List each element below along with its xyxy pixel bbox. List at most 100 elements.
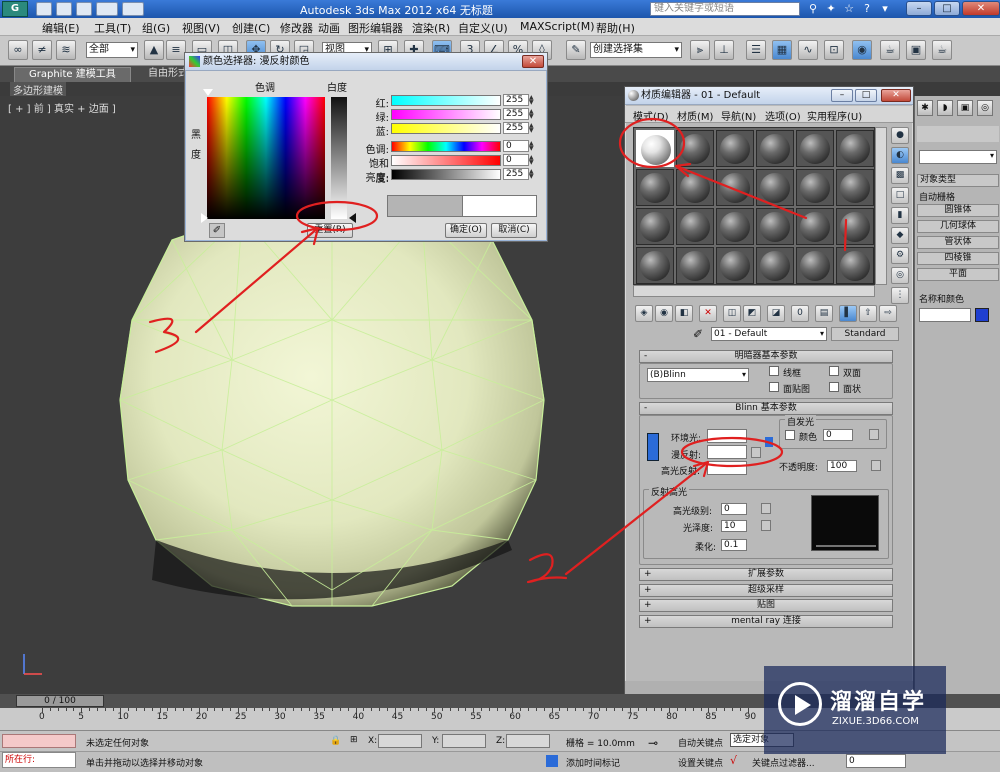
ok-button[interactable]: 确定(O) xyxy=(445,223,487,238)
menu-animation[interactable]: 动画 xyxy=(318,20,340,36)
specular-level-value[interactable]: 0 xyxy=(721,503,747,515)
diffuse-map-button[interactable] xyxy=(751,447,761,458)
soften-value[interactable]: 0.1 xyxy=(721,539,747,551)
material-sample-slot[interactable] xyxy=(756,247,794,284)
glossiness-map-button[interactable] xyxy=(761,520,771,531)
dropdown-icon[interactable]: ▾ xyxy=(878,2,892,16)
save-file-icon[interactable] xyxy=(76,2,92,16)
video-color-check-icon[interactable]: ▮ xyxy=(891,207,909,224)
color-selector-titlebar[interactable]: 颜色选择器: 漫反射颜色 ✕ xyxy=(185,53,547,71)
material-sample-slot[interactable] xyxy=(636,247,674,284)
opacity-map-button[interactable] xyxy=(871,460,881,471)
show-map-icon[interactable]: ▤ xyxy=(815,305,833,322)
green-value[interactable]: 255 xyxy=(503,108,529,120)
hue-blackness-spectrum[interactable] xyxy=(207,97,325,219)
mental-ray-rollout[interactable]: + mental ray 连接 xyxy=(639,615,893,628)
specular-level-map-button[interactable] xyxy=(761,503,771,514)
script-line-field[interactable]: 所在行: xyxy=(2,752,76,768)
material-sample-slot[interactable] xyxy=(636,169,674,206)
mat-close-button[interactable]: ✕ xyxy=(881,89,911,102)
put-to-library-icon[interactable]: ◪ xyxy=(767,305,785,322)
whiteness-pointer-icon[interactable] xyxy=(349,213,356,223)
blue-spinner-icon[interactable]: ▲ ▼ xyxy=(529,123,535,134)
cone-button[interactable]: 圆锥体 xyxy=(917,204,999,217)
hue-pointer-icon[interactable] xyxy=(203,89,213,96)
maxscript-listener-mini[interactable] xyxy=(2,734,76,748)
absolute-mode-icon[interactable]: ⊞ xyxy=(350,735,358,745)
menu-graph-editors[interactable]: 图形编辑器 xyxy=(348,20,403,36)
put-to-scene-icon[interactable]: ◉ xyxy=(655,305,673,322)
mirror-icon[interactable]: ⫸ xyxy=(690,40,710,60)
menu-create[interactable]: 创建(C) xyxy=(232,20,270,36)
copy-material-icon[interactable]: ◫ xyxy=(723,305,741,322)
self-illum-map-button[interactable] xyxy=(869,429,879,440)
blue-value[interactable]: 255 xyxy=(503,122,529,134)
time-tag-icon[interactable] xyxy=(546,755,558,767)
x-coordinate-field[interactable] xyxy=(378,734,422,748)
menu-modifiers[interactable]: 修改器 xyxy=(280,20,313,36)
whiteness-bar[interactable] xyxy=(331,97,347,219)
material-sample-slot[interactable] xyxy=(676,247,714,284)
material-sample-slot[interactable] xyxy=(796,208,834,245)
cancel-button[interactable]: 取消(C) xyxy=(491,223,537,238)
selection-filter-dropdown[interactable]: 全部 xyxy=(86,42,138,58)
material-sample-slot[interactable] xyxy=(796,169,834,206)
material-sample-slot[interactable] xyxy=(796,247,834,284)
self-illum-value[interactable]: 0 xyxy=(823,429,853,441)
object-name-input[interactable] xyxy=(919,308,971,322)
mat-minimize-button[interactable]: – xyxy=(831,89,853,102)
material-type-button[interactable]: Standard xyxy=(831,327,899,341)
material-editor-titlebar[interactable]: 材质编辑器 - 01 - Default – □ ✕ xyxy=(625,87,913,105)
value-spinner-icon[interactable]: ▲ ▼ xyxy=(529,169,535,180)
plane-button[interactable]: 平面 xyxy=(917,268,999,281)
diffuse-color-swatch[interactable] xyxy=(707,445,747,459)
faceted-checkbox[interactable] xyxy=(829,382,839,392)
face-map-checkbox[interactable] xyxy=(769,382,779,392)
auto-key-label[interactable]: 自动关键点 xyxy=(678,736,723,749)
object-color-swatch[interactable] xyxy=(975,308,989,322)
tab-graphite-modeling[interactable]: Graphite 建模工具 xyxy=(14,67,131,82)
material-id-icon[interactable]: 0 xyxy=(791,305,809,322)
material-sample-slot[interactable] xyxy=(836,130,874,167)
material-map-navigator-icon[interactable]: ⋮ xyxy=(891,287,909,304)
lock-selection-icon[interactable]: 🔒 xyxy=(330,736,341,746)
material-sample-slot[interactable] xyxy=(716,208,754,245)
ambient-color-swatch[interactable] xyxy=(707,429,747,443)
supersampling-rollout[interactable]: + 超级采样 xyxy=(639,584,893,597)
go-to-parent-icon[interactable]: ⇧ xyxy=(859,305,877,322)
named-selection-dropdown[interactable]: 创建选择集 xyxy=(590,42,682,58)
material-sample-slot[interactable] xyxy=(756,208,794,245)
mat-menu-navigation[interactable]: 导航(N) xyxy=(721,108,756,123)
material-sample-slot[interactable] xyxy=(796,130,834,167)
value-value[interactable]: 255 xyxy=(503,168,529,180)
extended-params-rollout[interactable]: + 扩展参数 xyxy=(639,568,893,581)
sample-type-icon[interactable]: ● xyxy=(891,127,909,144)
maximize-button[interactable]: □ xyxy=(934,1,960,16)
pick-material-icon[interactable]: ✐ xyxy=(693,327,703,341)
lock-diffuse-map-icon[interactable] xyxy=(765,437,773,447)
options-icon[interactable]: ⚙ xyxy=(891,247,909,264)
reset-map-icon[interactable]: ✕ xyxy=(699,305,717,322)
primitive-type-dropdown[interactable] xyxy=(919,150,997,164)
pyramid-button[interactable]: 四棱锥 xyxy=(917,252,999,265)
search-input[interactable]: 键入关键字或短语 xyxy=(650,2,800,16)
saturation-value[interactable]: 0 xyxy=(503,154,529,166)
select-by-material-icon[interactable]: ◎ xyxy=(891,267,909,284)
red-value[interactable]: 255 xyxy=(503,94,529,106)
create-category-icons[interactable] xyxy=(917,126,999,142)
mat-menu-material[interactable]: 材质(M) xyxy=(677,108,713,123)
two-sided-checkbox[interactable] xyxy=(829,366,839,376)
tab-polygon-modeling[interactable]: 多边形建模 xyxy=(10,82,66,97)
hue-slider[interactable] xyxy=(391,141,501,152)
binoculars-icon[interactable]: ⚲ xyxy=(806,2,820,16)
minimize-button[interactable]: – xyxy=(906,1,932,16)
eyedropper-icon[interactable]: ✐ xyxy=(209,223,225,238)
menu-edit[interactable]: 编辑(E) xyxy=(42,20,80,36)
material-sample-slot[interactable] xyxy=(716,130,754,167)
set-key-label[interactable]: 设置关键点 xyxy=(678,756,723,769)
original-color-swatch[interactable] xyxy=(387,195,463,217)
new-color-swatch[interactable] xyxy=(463,195,537,217)
saturation-spinner-icon[interactable]: ▲ ▼ xyxy=(529,155,535,166)
render-setup-icon[interactable]: ☕ xyxy=(880,40,900,60)
glossiness-value[interactable]: 10 xyxy=(721,520,747,532)
